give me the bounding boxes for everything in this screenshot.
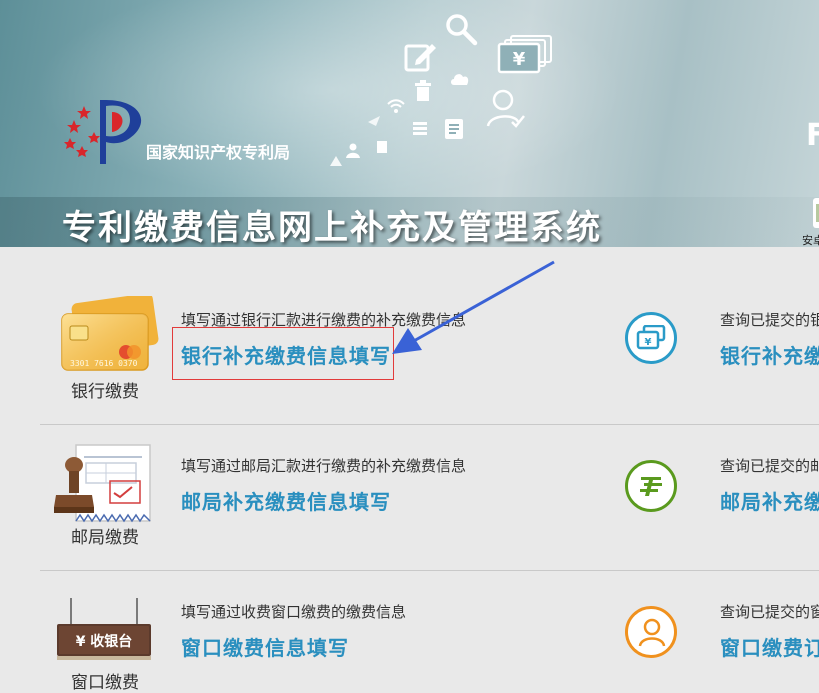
card-number-text: 3301 7616 0370	[70, 359, 138, 368]
user-icon[interactable]	[625, 606, 677, 658]
post-description: 填写通过邮局汇款进行缴费的补充缴费信息	[181, 457, 467, 475]
bank-payment-caption: 银行缴费	[71, 382, 139, 402]
user-check-icon	[486, 89, 525, 128]
svg-text:¥: ¥	[645, 337, 652, 348]
edit-icon	[404, 44, 436, 72]
cloud-icon	[451, 74, 469, 85]
window-query-link[interactable]: 窗口缴费订	[720, 632, 819, 661]
window-payment-caption: 窗口缴费	[71, 673, 139, 693]
window-description: 填写通过收费窗口缴费的缴费信息	[181, 603, 407, 621]
card-small-icon	[377, 141, 387, 153]
window-fill-link[interactable]: 窗口缴费信息填写	[181, 632, 349, 661]
money-cards-icon: ¥	[497, 35, 552, 74]
wifi-icon	[387, 99, 405, 113]
person-small-icon	[346, 143, 360, 158]
bird-icon	[368, 116, 380, 126]
row-divider	[40, 570, 819, 571]
post-logo-icon[interactable]	[625, 460, 677, 512]
patent-office-logo-icon	[64, 100, 142, 164]
bank-query-description: 查询已提交的银	[720, 311, 819, 329]
stack-icon	[413, 122, 427, 135]
window-query-description: 查询已提交的窗	[720, 603, 819, 621]
row-divider	[40, 424, 819, 425]
trash-icon	[415, 80, 431, 101]
post-supplement-link[interactable]: 邮局补充缴费信息填写	[181, 486, 391, 515]
bank-card-icon: 3301 7616 0370	[61, 296, 159, 371]
cashier-sign-text: ¥ 收银台	[76, 633, 133, 650]
android-label: 安卓	[802, 234, 819, 247]
svg-text:¥: ¥	[513, 49, 526, 70]
highlight-frame	[172, 327, 394, 380]
post-payment-caption: 邮局缴费	[71, 528, 139, 548]
document-icon	[445, 119, 463, 139]
pointer-arrow	[392, 260, 555, 354]
logo-text: 国家知识产权专利局	[146, 143, 291, 162]
corner-letter: F	[806, 118, 819, 153]
header-banner: 国家知识产权专利局 ¥ F 专利缴费信息网上补充及管理系统 安卓	[0, 0, 819, 247]
system-title: 专利缴费信息网上补充及管理系统	[62, 208, 602, 247]
post-query-description: 查询已提交的邮	[720, 457, 819, 475]
bank-query-link[interactable]: 银行补充缴	[720, 340, 819, 369]
arrow-small-icon	[330, 156, 342, 166]
search-icon	[446, 14, 478, 46]
cashier-sign-icon: ¥ 收银台	[57, 598, 151, 660]
post-stamp-icon	[54, 444, 151, 523]
post-query-link[interactable]: 邮局补充缴	[720, 486, 819, 515]
yuan-card-icon[interactable]: ¥	[625, 312, 677, 364]
